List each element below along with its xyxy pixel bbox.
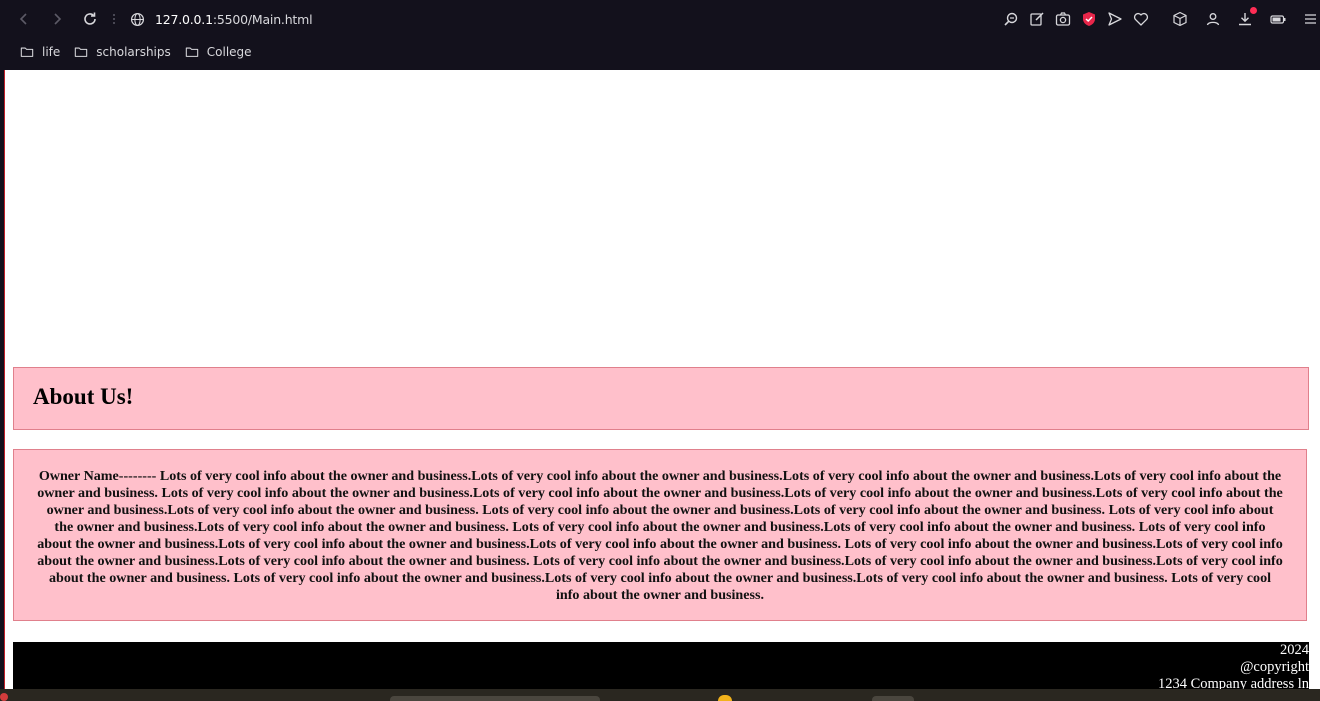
bookmark-scholarships[interactable]: scholarships <box>74 45 171 59</box>
page-footer: 2024 @copyright 1234 Company address ln <box>13 642 1309 690</box>
bookmark-college[interactable]: College <box>185 45 252 59</box>
url-text[interactable]: 127.0.0.1:5500/Main.html <box>155 11 313 27</box>
url-host: 127.0.0.1 <box>155 11 213 27</box>
back-icon[interactable] <box>14 9 34 29</box>
reload-icon[interactable] <box>80 9 100 29</box>
download-notification-dot <box>1250 7 1257 14</box>
url-path: :5500/Main.html <box>212 11 313 27</box>
browser-chrome: 127.0.0.1:5500/Main.html life scholarshi… <box>0 0 1320 70</box>
profile-icon[interactable] <box>1203 9 1223 29</box>
site-info-icon[interactable] <box>130 12 145 27</box>
menu-icon[interactable] <box>1300 9 1320 29</box>
tabs-icon[interactable] <box>104 9 124 29</box>
bookmark-life[interactable]: life <box>20 45 60 59</box>
about-text: Owner Name-------- Lots of very cool inf… <box>37 468 1283 603</box>
taskbar-app-icon[interactable] <box>0 693 8 701</box>
cube-icon[interactable] <box>1170 9 1190 29</box>
taskbar-app-button[interactable] <box>872 696 914 701</box>
about-heading-section: About Us! <box>13 367 1309 430</box>
taskbar-search[interactable] <box>390 696 600 701</box>
about-body-section: Owner Name-------- Lots of very cool inf… <box>13 449 1307 621</box>
footer-copyright: @copyright <box>1240 659 1309 675</box>
address-bar[interactable]: 127.0.0.1:5500/Main.html <box>130 8 313 30</box>
bookmarks-bar: life scholarships College <box>0 40 1320 64</box>
about-heading: About Us! <box>33 384 134 409</box>
battery-icon[interactable] <box>1268 9 1288 29</box>
bookmark-label: scholarships <box>96 45 171 59</box>
footer-year: 2024 <box>1280 642 1309 658</box>
folder-icon <box>20 47 34 57</box>
heart-icon[interactable] <box>1131 9 1151 29</box>
shield-icon[interactable] <box>1079 9 1099 29</box>
forward-icon[interactable] <box>47 9 67 29</box>
taskbar-app-icon[interactable] <box>718 695 732 701</box>
footer-address: 1234 Company address ln <box>1157 676 1309 690</box>
zoom-icon[interactable] <box>1001 9 1021 29</box>
edit-icon[interactable] <box>1027 9 1047 29</box>
folder-icon <box>185 47 198 57</box>
os-taskbar <box>0 689 1320 701</box>
bookmark-label: College <box>206 45 252 59</box>
send-icon[interactable] <box>1105 9 1125 29</box>
folder-icon <box>75 47 88 57</box>
camera-icon[interactable] <box>1053 9 1073 29</box>
browser-toolbar: 127.0.0.1:5500/Main.html <box>0 0 1320 38</box>
bookmark-label: life <box>42 45 61 59</box>
